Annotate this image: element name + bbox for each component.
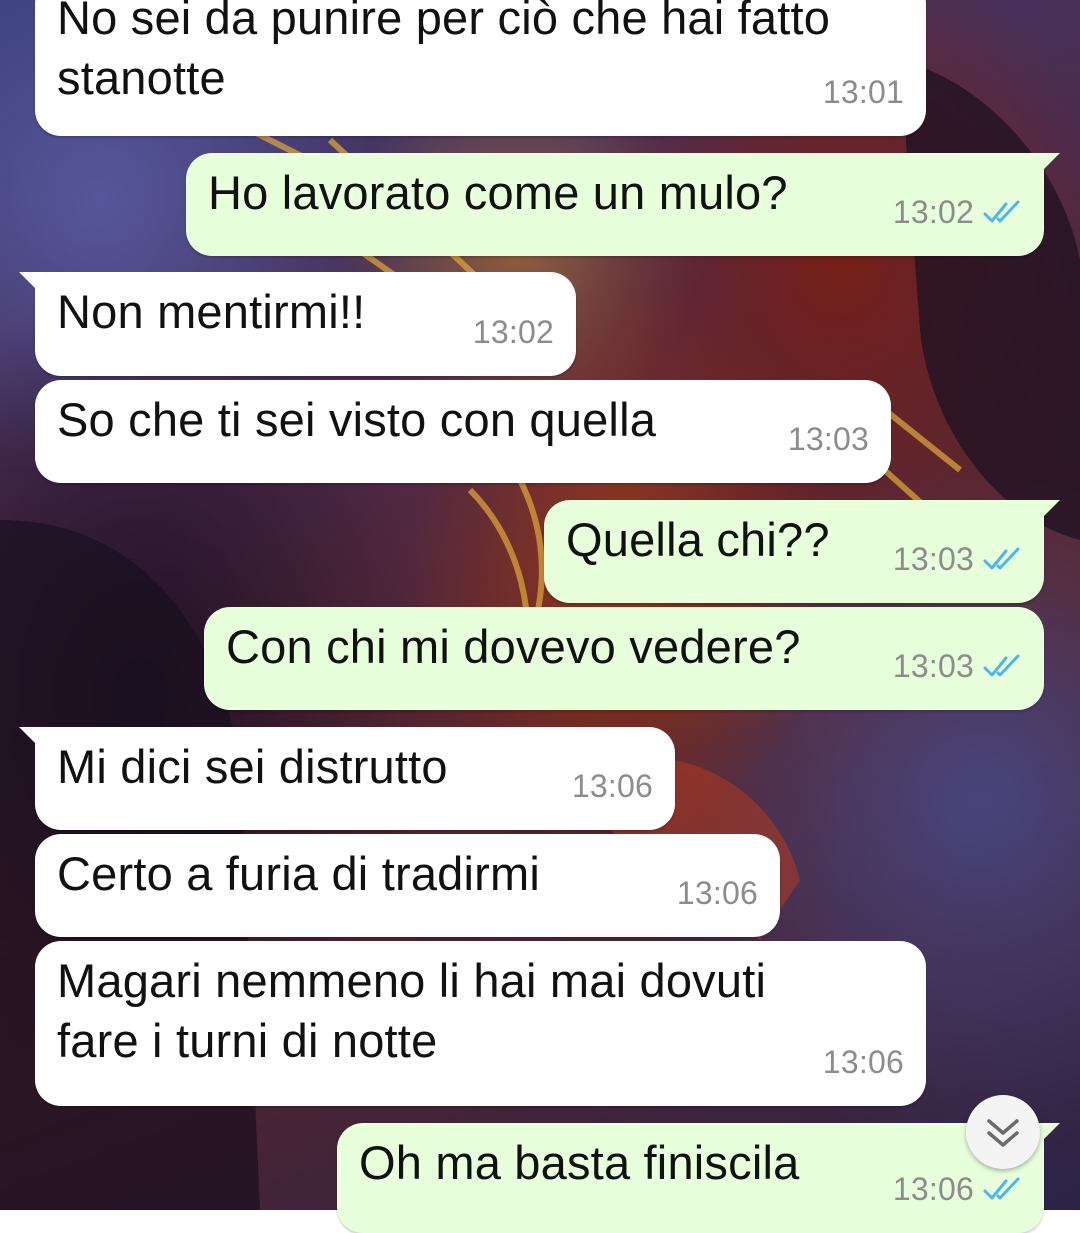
message-text: Magari nemmeno li hai mai dovuti fare i t… [57,954,767,1067]
scroll-to-bottom-button[interactable] [966,1095,1040,1169]
incoming-message-bubble[interactable]: So che ti sei visto con quella 13:03 [35,380,891,483]
message-meta: 13:03 [788,409,869,469]
message-meta: 13:02 [473,302,554,362]
message-meta: 13:01 [823,62,904,122]
message-text: Mi dici sei distrutto [57,740,448,793]
message-text: So che ti sei visto con quella [57,393,657,446]
message-time: 13:06 [571,768,653,804]
message-time: 13:03 [892,541,974,577]
incoming-message-bubble[interactable]: No sei da punire per ciò che hai fatto st… [35,0,926,136]
bubble-tail [19,272,45,298]
message-time: 13:03 [892,648,974,684]
message-text: No sei da punire per ciò che hai fatto st… [57,0,831,104]
message-meta: 13:06 [823,1032,904,1092]
incoming-message-bubble[interactable]: Certo a furia di tradirmi 13:06 [35,834,780,937]
message-time: 13:02 [892,194,974,230]
message-meta: 13:06 [572,756,653,816]
bubble-tail [19,727,45,753]
message-meta: 13:02 [893,182,1022,242]
outgoing-message-bubble[interactable]: Oh ma basta finiscila 13:06 [337,1123,1060,1233]
incoming-message-bubble[interactable]: Mi dici sei distrutto 13:06 [19,727,675,830]
message-time: 13:06 [822,1044,904,1080]
double-check-icon [983,1177,1020,1200]
bubble-tail [1034,153,1060,179]
message-text: Certo a furia di tradirmi [57,847,540,900]
message-time: 13:03 [787,421,869,457]
outgoing-message-bubble[interactable]: Con chi mi dovevo vedere? 13:03 [204,607,1044,710]
double-check-icon [983,547,1020,570]
chevron-double-down-icon [987,1119,1019,1147]
message-time: 13:01 [822,74,904,110]
incoming-message-bubble[interactable]: Magari nemmeno li hai mai dovuti fare i t… [35,941,926,1106]
incoming-message-bubble[interactable]: Non mentirmi!! 13:02 [19,272,576,376]
outgoing-message-bubble[interactable]: Quella chi?? 13:03 [544,500,1060,603]
double-check-icon [983,200,1020,223]
message-meta: 13:03 [893,636,1022,696]
outgoing-message-bubble[interactable]: Ho lavorato come un mulo? 13:02 [186,153,1060,256]
message-meta: 13:06 [677,863,758,923]
message-time: 13:06 [676,875,758,911]
message-meta: 13:03 [893,529,1022,589]
bubble-tail [1034,500,1060,526]
double-check-icon [983,654,1020,677]
message-time: 13:06 [892,1171,974,1207]
message-time: 13:02 [472,314,554,350]
